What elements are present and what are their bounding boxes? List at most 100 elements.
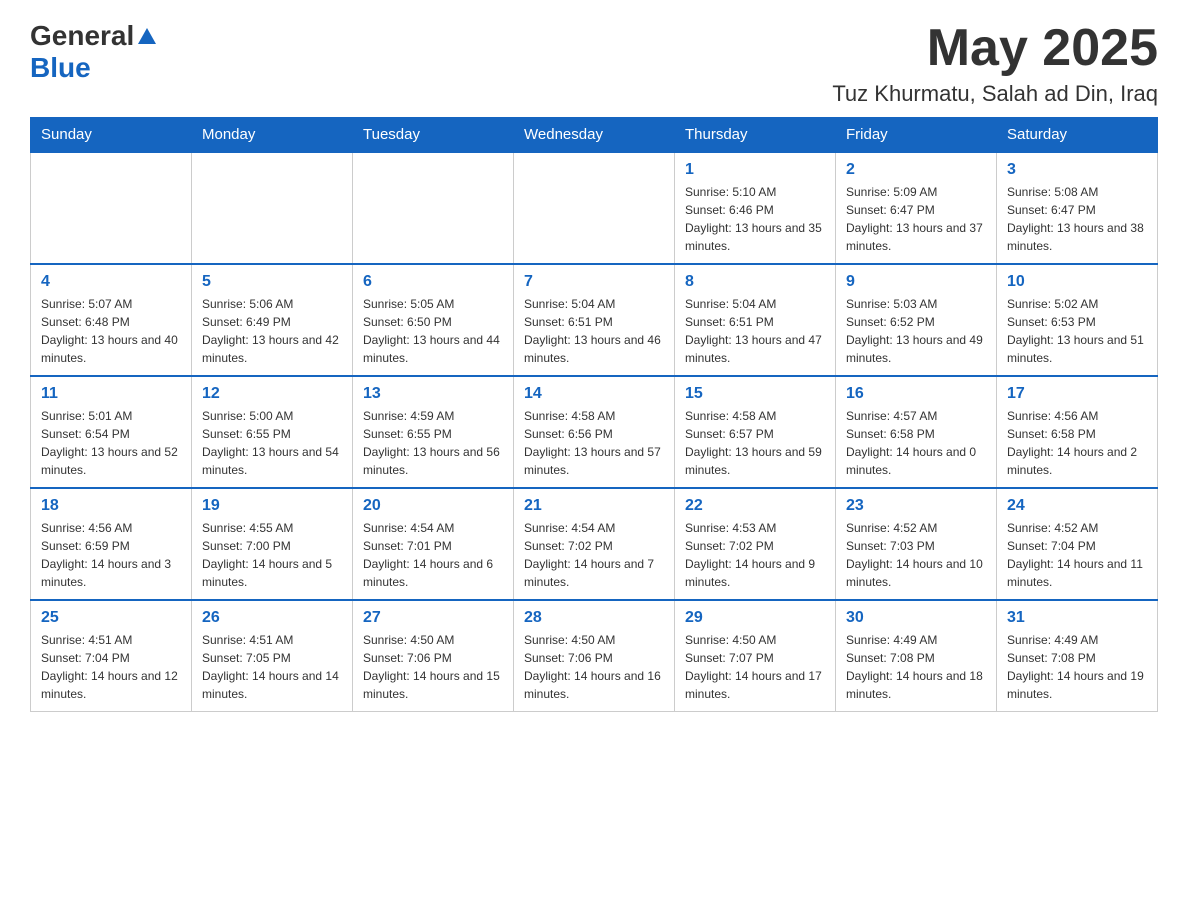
calendar-cell: 6 Sunrise: 5:05 AM Sunset: 6:50 PM Daylig… bbox=[353, 264, 514, 376]
day-info: Sunrise: 4:49 AM Sunset: 7:08 PM Dayligh… bbox=[1007, 631, 1147, 703]
day-number: 24 bbox=[1007, 497, 1147, 515]
day-number: 11 bbox=[41, 385, 181, 403]
day-number: 2 bbox=[846, 161, 986, 179]
calendar-cell: 17 Sunrise: 4:56 AM Sunset: 6:58 PM Dayli… bbox=[997, 376, 1158, 488]
day-number: 23 bbox=[846, 497, 986, 515]
day-number: 1 bbox=[685, 161, 825, 179]
page-header: General Blue May 2025 Tuz Khurmatu, Sala… bbox=[30, 20, 1158, 107]
calendar-cell: 12Sunrise: 5:00 AM Sunset: 6:55 PM Dayli… bbox=[192, 376, 353, 488]
day-number: 19 bbox=[202, 497, 342, 515]
calendar-cell: 30Sunrise: 4:49 AM Sunset: 7:08 PM Dayli… bbox=[836, 600, 997, 712]
day-info: Sunrise: 5:04 AM Sunset: 6:51 PM Dayligh… bbox=[524, 295, 664, 367]
day-info: Sunrise: 4:55 AM Sunset: 7:00 PM Dayligh… bbox=[202, 519, 342, 591]
day-number: 31 bbox=[1007, 609, 1147, 627]
calendar-cell: 28 Sunrise: 4:50 AM Sunset: 7:06 PM Dayli… bbox=[514, 600, 675, 712]
day-number: 6 bbox=[363, 273, 503, 291]
calendar-cell: 18 Sunrise: 4:56 AM Sunset: 6:59 PM Dayli… bbox=[31, 488, 192, 600]
day-number: 3 bbox=[1007, 161, 1147, 179]
calendar-table: SundayMondayTuesdayWednesdayThursdayFrid… bbox=[30, 117, 1158, 712]
day-number: 14 bbox=[524, 385, 664, 403]
calendar-cell: 21 Sunrise: 4:54 AM Sunset: 7:02 PM Dayli… bbox=[514, 488, 675, 600]
calendar-cell bbox=[192, 152, 353, 264]
calendar-cell: 20 Sunrise: 4:54 AM Sunset: 7:01 PM Dayli… bbox=[353, 488, 514, 600]
day-number: 15 bbox=[685, 385, 825, 403]
day-number: 28 bbox=[524, 609, 664, 627]
calendar-week-row: 1Sunrise: 5:10 AM Sunset: 6:46 PM Daylig… bbox=[31, 152, 1158, 264]
day-info: Sunrise: 5:02 AM Sunset: 6:53 PM Dayligh… bbox=[1007, 295, 1147, 367]
day-info: Sunrise: 5:00 AM Sunset: 6:55 PM Dayligh… bbox=[202, 407, 342, 479]
day-info: Sunrise: 4:53 AM Sunset: 7:02 PM Dayligh… bbox=[685, 519, 825, 591]
day-info: Sunrise: 4:57 AM Sunset: 6:58 PM Dayligh… bbox=[846, 407, 986, 479]
calendar-cell: 24 Sunrise: 4:52 AM Sunset: 7:04 PM Dayli… bbox=[997, 488, 1158, 600]
day-number: 21 bbox=[524, 497, 664, 515]
calendar-cell: 31 Sunrise: 4:49 AM Sunset: 7:08 PM Dayli… bbox=[997, 600, 1158, 712]
day-info: Sunrise: 4:50 AM Sunset: 7:06 PM Dayligh… bbox=[524, 631, 664, 703]
day-info: Sunrise: 5:09 AM Sunset: 6:47 PM Dayligh… bbox=[846, 183, 986, 255]
day-number: 9 bbox=[846, 273, 986, 291]
calendar-week-row: 11Sunrise: 5:01 AM Sunset: 6:54 PM Dayli… bbox=[31, 376, 1158, 488]
calendar-week-row: 25Sunrise: 4:51 AM Sunset: 7:04 PM Dayli… bbox=[31, 600, 1158, 712]
column-header-thursday: Thursday bbox=[675, 118, 836, 153]
logo-general-text: General bbox=[30, 20, 134, 52]
calendar-cell: 23 Sunrise: 4:52 AM Sunset: 7:03 PM Dayli… bbox=[836, 488, 997, 600]
day-number: 8 bbox=[685, 273, 825, 291]
day-info: Sunrise: 4:52 AM Sunset: 7:03 PM Dayligh… bbox=[846, 519, 986, 591]
calendar-cell: 26 Sunrise: 4:51 AM Sunset: 7:05 PM Dayli… bbox=[192, 600, 353, 712]
day-info: Sunrise: 4:56 AM Sunset: 6:59 PM Dayligh… bbox=[41, 519, 181, 591]
day-info: Sunrise: 4:54 AM Sunset: 7:02 PM Dayligh… bbox=[524, 519, 664, 591]
calendar-cell: 13 Sunrise: 4:59 AM Sunset: 6:55 PM Dayli… bbox=[353, 376, 514, 488]
calendar-cell: 3 Sunrise: 5:08 AM Sunset: 6:47 PM Daylig… bbox=[997, 152, 1158, 264]
day-number: 7 bbox=[524, 273, 664, 291]
column-header-tuesday: Tuesday bbox=[353, 118, 514, 153]
day-number: 13 bbox=[363, 385, 503, 403]
day-info: Sunrise: 4:56 AM Sunset: 6:58 PM Dayligh… bbox=[1007, 407, 1147, 479]
calendar-cell: 9Sunrise: 5:03 AM Sunset: 6:52 PM Daylig… bbox=[836, 264, 997, 376]
calendar-cell: 27Sunrise: 4:50 AM Sunset: 7:06 PM Dayli… bbox=[353, 600, 514, 712]
calendar-week-row: 4Sunrise: 5:07 AM Sunset: 6:48 PM Daylig… bbox=[31, 264, 1158, 376]
day-info: Sunrise: 4:52 AM Sunset: 7:04 PM Dayligh… bbox=[1007, 519, 1147, 591]
column-header-wednesday: Wednesday bbox=[514, 118, 675, 153]
day-info: Sunrise: 5:08 AM Sunset: 6:47 PM Dayligh… bbox=[1007, 183, 1147, 255]
column-header-saturday: Saturday bbox=[997, 118, 1158, 153]
logo-triangle-icon bbox=[136, 26, 158, 48]
column-header-sunday: Sunday bbox=[31, 118, 192, 153]
calendar-cell: 10 Sunrise: 5:02 AM Sunset: 6:53 PM Dayli… bbox=[997, 264, 1158, 376]
month-title: May 2025 bbox=[832, 20, 1158, 77]
calendar-cell bbox=[31, 152, 192, 264]
day-number: 18 bbox=[41, 497, 181, 515]
calendar-week-row: 18 Sunrise: 4:56 AM Sunset: 6:59 PM Dayli… bbox=[31, 488, 1158, 600]
day-info: Sunrise: 4:58 AM Sunset: 6:56 PM Dayligh… bbox=[524, 407, 664, 479]
day-number: 16 bbox=[846, 385, 986, 403]
day-number: 25 bbox=[41, 609, 181, 627]
day-number: 30 bbox=[846, 609, 986, 627]
calendar-cell bbox=[353, 152, 514, 264]
day-info: Sunrise: 5:06 AM Sunset: 6:49 PM Dayligh… bbox=[202, 295, 342, 367]
day-number: 22 bbox=[685, 497, 825, 515]
day-info: Sunrise: 4:51 AM Sunset: 7:05 PM Dayligh… bbox=[202, 631, 342, 703]
day-number: 17 bbox=[1007, 385, 1147, 403]
calendar-cell: 25Sunrise: 4:51 AM Sunset: 7:04 PM Dayli… bbox=[31, 600, 192, 712]
day-info: Sunrise: 5:07 AM Sunset: 6:48 PM Dayligh… bbox=[41, 295, 181, 367]
day-number: 26 bbox=[202, 609, 342, 627]
calendar-cell: 5Sunrise: 5:06 AM Sunset: 6:49 PM Daylig… bbox=[192, 264, 353, 376]
calendar-cell: 22 Sunrise: 4:53 AM Sunset: 7:02 PM Dayli… bbox=[675, 488, 836, 600]
calendar-header-row: SundayMondayTuesdayWednesdayThursdayFrid… bbox=[31, 118, 1158, 153]
logo: General Blue bbox=[30, 20, 158, 84]
day-number: 20 bbox=[363, 497, 503, 515]
day-info: Sunrise: 4:50 AM Sunset: 7:07 PM Dayligh… bbox=[685, 631, 825, 703]
calendar-cell: 14 Sunrise: 4:58 AM Sunset: 6:56 PM Dayli… bbox=[514, 376, 675, 488]
column-header-friday: Friday bbox=[836, 118, 997, 153]
day-info: Sunrise: 4:59 AM Sunset: 6:55 PM Dayligh… bbox=[363, 407, 503, 479]
day-number: 10 bbox=[1007, 273, 1147, 291]
column-header-monday: Monday bbox=[192, 118, 353, 153]
day-info: Sunrise: 5:05 AM Sunset: 6:50 PM Dayligh… bbox=[363, 295, 503, 367]
calendar-cell: 11Sunrise: 5:01 AM Sunset: 6:54 PM Dayli… bbox=[31, 376, 192, 488]
calendar-cell: 4Sunrise: 5:07 AM Sunset: 6:48 PM Daylig… bbox=[31, 264, 192, 376]
calendar-cell: 7 Sunrise: 5:04 AM Sunset: 6:51 PM Daylig… bbox=[514, 264, 675, 376]
calendar-cell: 8Sunrise: 5:04 AM Sunset: 6:51 PM Daylig… bbox=[675, 264, 836, 376]
day-number: 27 bbox=[363, 609, 503, 627]
day-info: Sunrise: 4:54 AM Sunset: 7:01 PM Dayligh… bbox=[363, 519, 503, 591]
day-number: 29 bbox=[685, 609, 825, 627]
calendar-cell: 2 Sunrise: 5:09 AM Sunset: 6:47 PM Daylig… bbox=[836, 152, 997, 264]
calendar-cell: 19 Sunrise: 4:55 AM Sunset: 7:00 PM Dayli… bbox=[192, 488, 353, 600]
